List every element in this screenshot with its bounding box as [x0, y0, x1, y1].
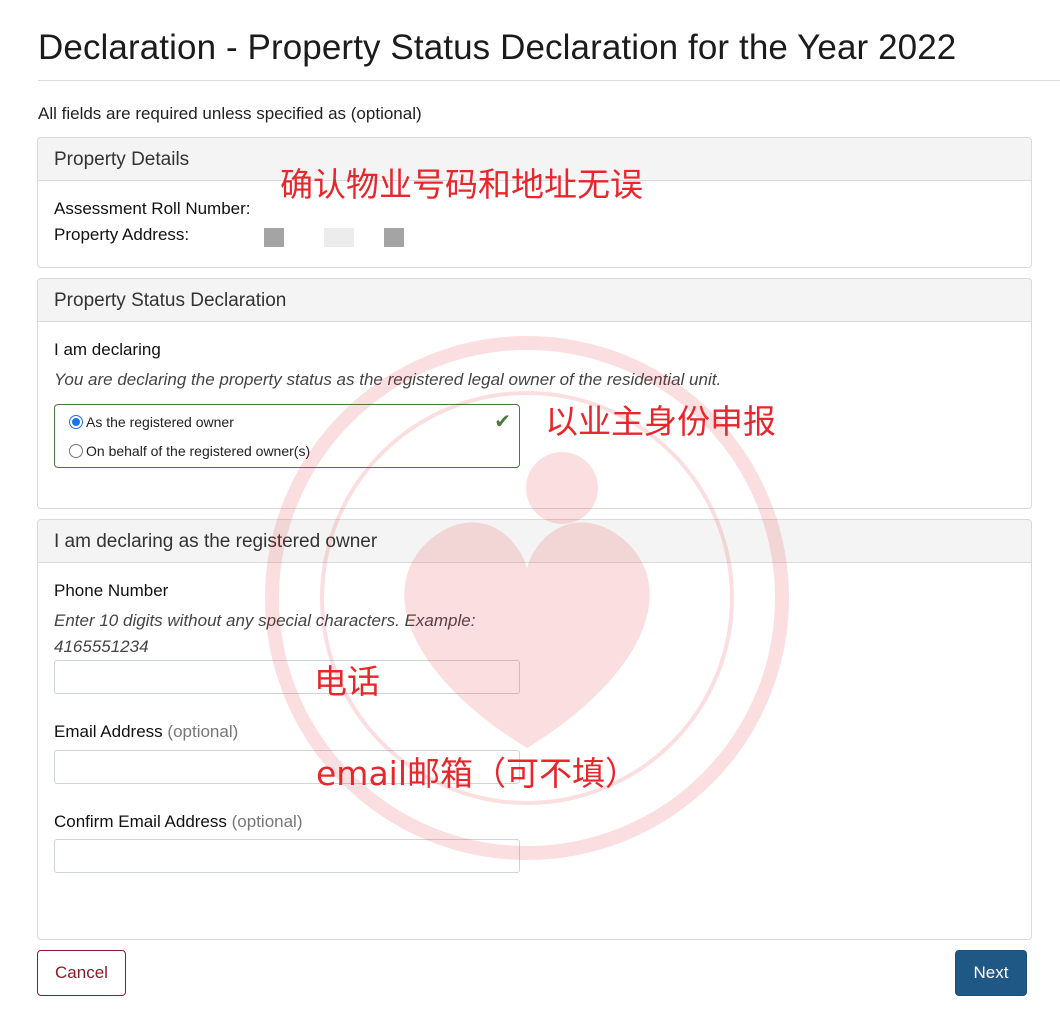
optional-tag: (optional) [167, 722, 239, 741]
page-title: Declaration - Property Status Declaratio… [38, 28, 957, 67]
property-address-label: Property Address: [54, 225, 190, 244]
redacted-block [324, 228, 354, 247]
confirm-email-input[interactable] [54, 839, 520, 873]
declaring-label: I am declaring [54, 340, 161, 359]
owner-contact-header: I am declaring as the registered owner [38, 520, 1031, 563]
annotation-email-optional: email邮箱（可不填） [316, 754, 639, 793]
radio-label: On behalf of the registered owner(s) [86, 443, 311, 459]
required-note: All fields are required unless specified… [38, 104, 422, 123]
status-declaration-header: Property Status Declaration [38, 279, 1031, 322]
optional-tag: (optional) [231, 812, 303, 831]
radio-button-selected[interactable] [69, 415, 83, 429]
email-label: Email Address (optional) [54, 722, 239, 741]
title-divider [38, 80, 1060, 81]
cancel-button[interactable]: Cancel [37, 950, 126, 996]
annotation-confirm-property: 确认物业号码和地址无误 [280, 165, 643, 204]
radio-label: As the registered owner [86, 414, 234, 430]
declaring-help-text: You are declaring the property status as… [54, 370, 722, 389]
radio-option-on-behalf[interactable]: On behalf of the registered owner(s) [69, 443, 310, 459]
confirm-email-label: Confirm Email Address (optional) [54, 812, 303, 831]
checkmark-icon: ✔ [494, 411, 511, 433]
status-declaration-card: Property Status Declaration I am declari… [37, 278, 1032, 509]
owner-contact-card: I am declaring as the registered owner P… [37, 519, 1032, 940]
phone-help-line2: 4165551234 [54, 637, 149, 656]
phone-label: Phone Number [54, 581, 169, 600]
annotation-declare-as-owner: 以业主身份申报 [545, 402, 776, 441]
redacted-block [264, 228, 284, 247]
radio-button[interactable] [69, 444, 83, 458]
phone-help-line1: Enter 10 digits without any special char… [54, 611, 476, 630]
next-button[interactable]: Next [955, 950, 1027, 996]
assessment-roll-label: Assessment Roll Number: [54, 199, 251, 218]
redacted-block [384, 228, 404, 247]
radio-option-registered-owner[interactable]: As the registered owner [69, 414, 234, 430]
declarant-radio-group: As the registered owner On behalf of the… [54, 404, 520, 468]
phone-input[interactable] [54, 660, 520, 694]
annotation-phone: 电话 [314, 662, 380, 701]
